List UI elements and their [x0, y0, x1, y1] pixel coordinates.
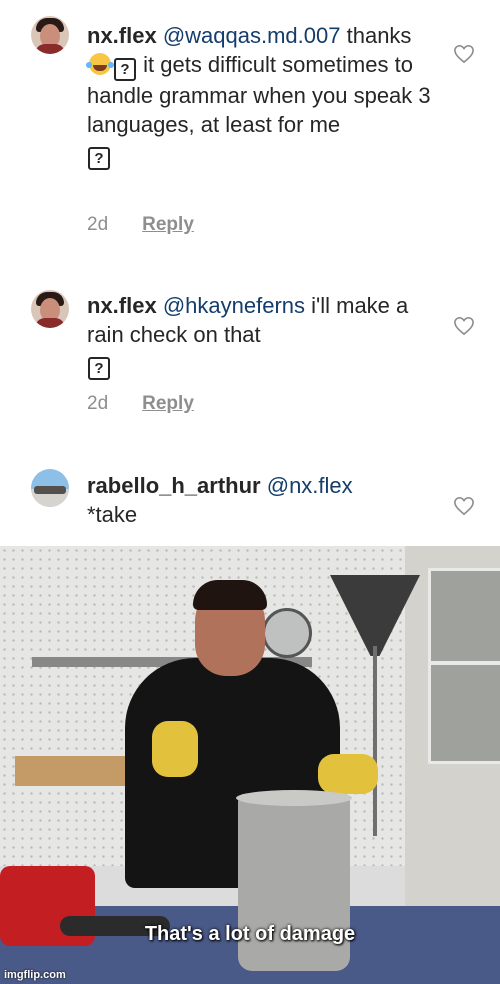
comment-username[interactable]: nx.flex: [87, 23, 157, 48]
comment-time: 2d: [87, 214, 109, 235]
watermark: imgflip.com: [4, 969, 66, 981]
window: [428, 568, 500, 764]
comment-username[interactable]: nx.flex: [87, 293, 157, 318]
comment-text: nx.flex @hkayneferns i'll make a rain ch…: [87, 291, 432, 380]
fan: [262, 608, 312, 658]
glove-right: [318, 754, 378, 794]
comment-body: it gets difficult sometimes to handle gr…: [87, 52, 431, 137]
person-hair: [193, 580, 267, 610]
meme-caption: That's a lot of damage: [144, 923, 356, 945]
comment-username[interactable]: rabello_h_arthur: [87, 473, 261, 498]
avatar[interactable]: [31, 290, 69, 328]
heart-outline-icon[interactable]: [453, 316, 475, 336]
window-frame: [428, 661, 500, 665]
comment-time: 2d: [87, 393, 109, 414]
comment-mention[interactable]: @hkayneferns: [163, 293, 305, 318]
reply-button[interactable]: Reply: [142, 393, 194, 414]
avatar[interactable]: [31, 16, 69, 54]
question-box-icon: ?: [88, 147, 110, 170]
comment-body: thanks: [346, 23, 412, 48]
avatar[interactable]: [31, 469, 69, 507]
comment-meta: 2d Reply: [87, 393, 194, 415]
question-box-icon: ?: [114, 58, 136, 81]
meme-image: That's a lot of damage imgflip.com: [0, 546, 500, 984]
comment-text: nx.flex @waqqas.md.007 thanks ? it gets …: [86, 21, 432, 170]
comment-body: *take: [87, 502, 138, 527]
comment-meta: 2d Reply: [87, 214, 194, 236]
rake-handle: [373, 646, 377, 836]
laughing-crying-emoji-icon: [86, 53, 111, 75]
heart-outline-icon[interactable]: [453, 496, 475, 516]
comment-mention[interactable]: @nx.flex: [267, 473, 353, 498]
comment-mention[interactable]: @waqqas.md.007: [163, 23, 341, 48]
comment-text: rabello_h_arthur @nx.flex *take: [87, 471, 432, 529]
glove-left: [152, 721, 198, 777]
heart-outline-icon[interactable]: [453, 44, 475, 64]
bucket-rim: [236, 790, 352, 806]
question-box-icon: ?: [88, 357, 110, 380]
reply-button[interactable]: Reply: [142, 214, 194, 235]
